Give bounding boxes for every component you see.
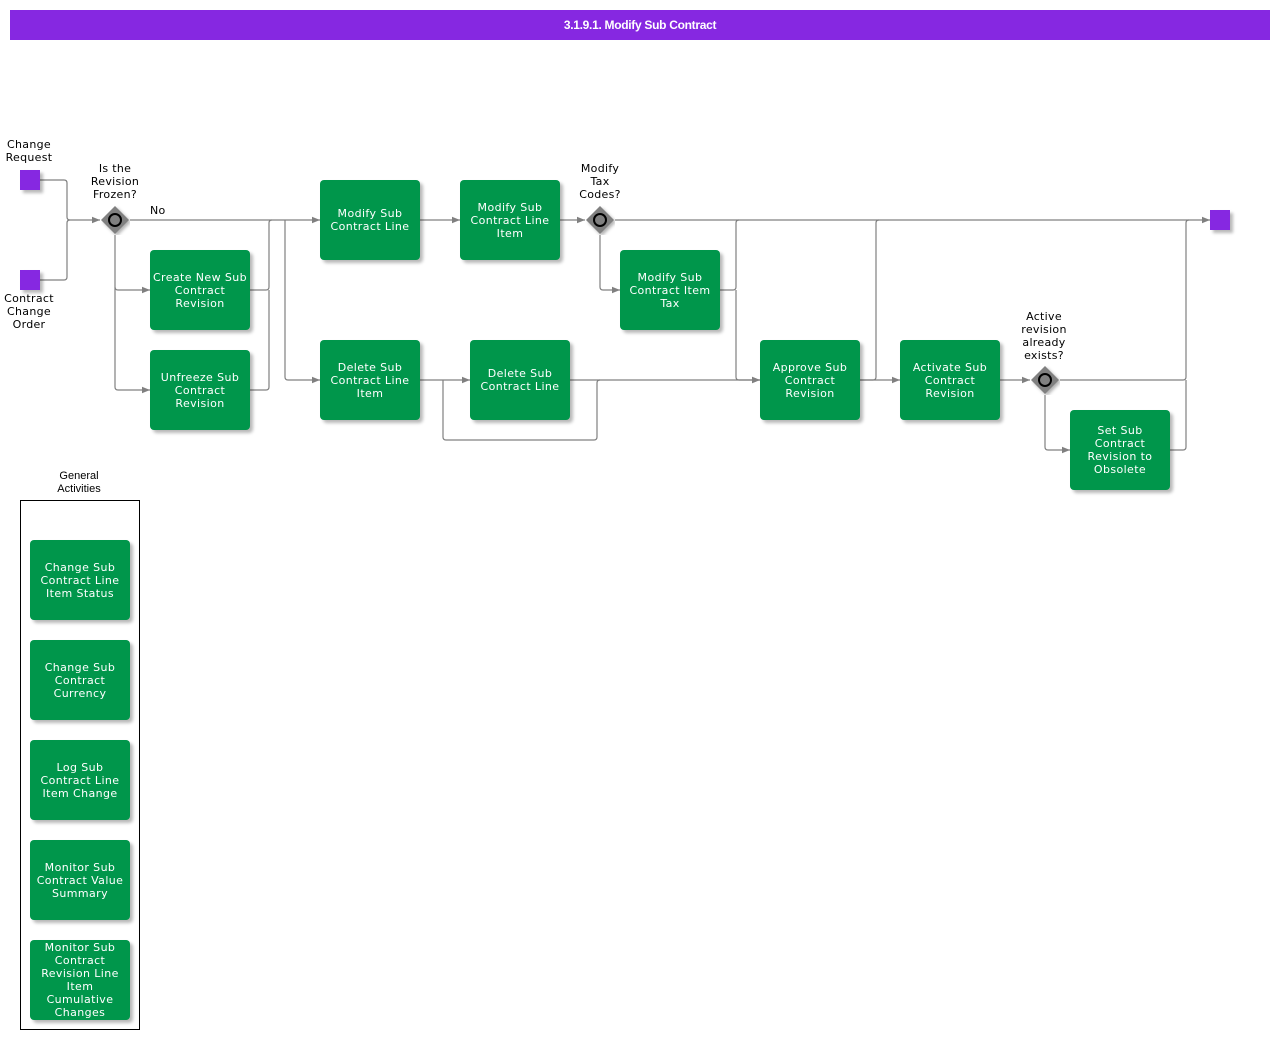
task-unfreeze-revision[interactable]: Unfreeze Sub Contract Revision (150, 350, 250, 430)
general-activity-item[interactable]: Monitor Sub Contract Revision Line Item … (30, 940, 130, 1020)
task-modify-line[interactable]: Modify Sub Contract Line (320, 180, 420, 260)
start-event-change-request-label: Change Request (5, 138, 53, 164)
task-activate-revision[interactable]: Activate Sub Contract Revision (900, 340, 1000, 420)
gateway-tax-codes-label: Modify Tax Codes? (579, 162, 621, 201)
general-activity-item[interactable]: Change Sub Contract Line Item Status (30, 540, 130, 620)
task-modify-item-tax[interactable]: Modify Sub Contract Item Tax (620, 250, 720, 330)
start-event-change-order[interactable] (20, 270, 40, 290)
start-event-change-order-label: Contract Change Order (4, 292, 54, 331)
task-set-obsolete[interactable]: Set Sub Contract Revision to Obsolete (1070, 410, 1170, 490)
task-delete-line-item[interactable]: Delete Sub Contract Line Item (320, 340, 420, 420)
gateway-active-revision[interactable] (1030, 365, 1060, 395)
connectors-layer (40, 179, 1210, 454)
connector-approve-merge (860, 219, 880, 381)
general-activity-item[interactable]: Change Sub Contract Currency (30, 640, 130, 720)
task-approve-revision[interactable]: Approve Sub Contract Revision (760, 340, 860, 420)
connector-active-yes (1060, 219, 1190, 381)
task-modify-line-item[interactable]: Modify Sub Contract Line Item (460, 180, 560, 260)
connector-to-delete-line-item (284, 220, 320, 384)
gateway-active-revision-label: Active revision already exists? (1021, 310, 1067, 362)
gateway-revision-frozen-label: Is the Revision Frozen? (90, 162, 140, 201)
connector-to-unfreeze (114, 287, 150, 394)
task-create-new-revision[interactable]: Create New Sub Contract Revision (150, 250, 250, 330)
connector-change-order (40, 219, 71, 281)
connector-to-create-revision (114, 235, 150, 294)
connector-modify-tax-merge (720, 219, 740, 291)
task-delete-line[interactable]: Delete Sub Contract Line (470, 340, 570, 420)
gateway-revision-frozen-no-label: No (150, 204, 166, 217)
general-activity-item[interactable]: Monitor Sub Contract Value Summary (30, 840, 130, 920)
start-event-change-request[interactable] (20, 170, 40, 190)
connector-to-set-obsolete (1044, 395, 1070, 454)
general-activity-item[interactable]: Log Sub Contract Line Item Change (30, 740, 130, 820)
gateway-revision-frozen[interactable] (100, 205, 130, 235)
general-activities-label: General Activities (57, 470, 101, 495)
connector-tax-to-approve (735, 290, 760, 384)
connector-obsolete-merge (1170, 380, 1187, 451)
connector-to-modify-tax (599, 235, 620, 294)
gateway-tax-codes[interactable] (585, 205, 615, 235)
connector-unfreeze-merge (250, 290, 270, 391)
end-event[interactable] (1210, 210, 1230, 230)
connector-create-merge (250, 219, 273, 291)
